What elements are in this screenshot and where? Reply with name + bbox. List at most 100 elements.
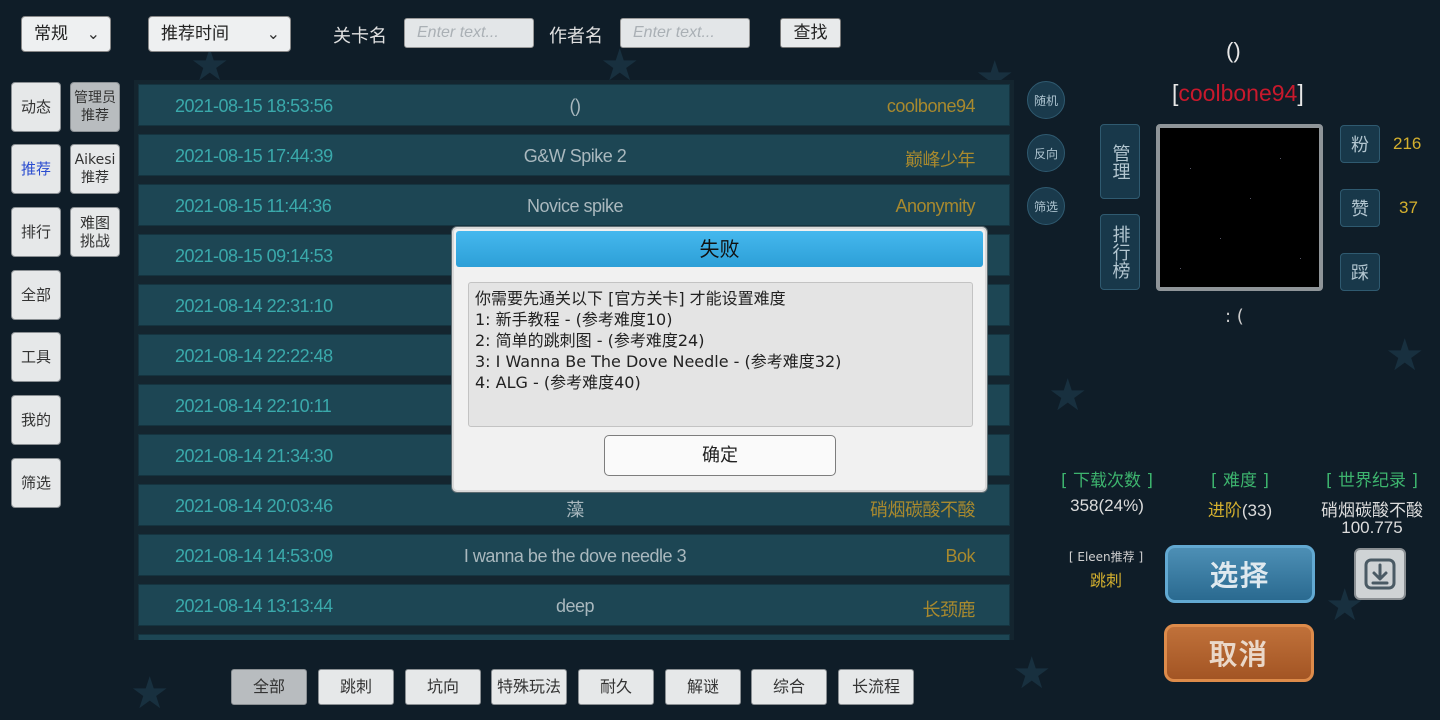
level-title: 藻: [566, 500, 584, 520]
author-name-label: 作者名: [549, 26, 603, 47]
nav-dynamic[interactable]: 动态: [11, 82, 61, 132]
random-button[interactable]: 随机: [1027, 81, 1065, 119]
background-star-icon: ★: [130, 668, 170, 719]
fans-button[interactable]: 粉: [1340, 125, 1380, 163]
reverse-button[interactable]: 反向: [1027, 134, 1065, 172]
mode-dropdown[interactable]: 常规 ⌄: [21, 16, 111, 52]
nav-tools-label: 工具: [20, 348, 51, 366]
nav-all-label: 全部: [20, 286, 51, 304]
download-icon: [1364, 558, 1396, 590]
background-star-icon: ★: [1012, 648, 1052, 699]
mode-dropdown-value: 常规: [34, 24, 68, 44]
difficulty-number: (33): [1241, 501, 1273, 520]
dialog-ok-button[interactable]: 确定: [604, 435, 836, 476]
like-button[interactable]: 赞: [1340, 189, 1380, 227]
dislike-button[interactable]: 踩: [1340, 253, 1380, 291]
download-button[interactable]: [1354, 548, 1406, 600]
dialog-line: 3: I Wanna Be The Dove Needle - (参考难度32): [475, 352, 842, 371]
tab-long[interactable]: 长流程: [838, 669, 914, 705]
tab-endurance[interactable]: 耐久: [578, 669, 654, 705]
nav-filter-label: 筛选: [20, 474, 51, 492]
level-date: 2021-08-14 14:53:09: [175, 546, 333, 566]
tab-all[interactable]: 全部: [231, 669, 307, 705]
author-name-input[interactable]: [620, 18, 750, 48]
level-author: Anonymity: [895, 196, 975, 216]
level-title: Novice spike: [526, 196, 624, 216]
nav-dynamic-label: 动态: [20, 98, 51, 116]
downloads-value: 358(24%): [1070, 496, 1144, 515]
search-button[interactable]: 查找: [780, 18, 841, 48]
level-row[interactable]: 2021-08-15 18:53:56 () coolbone94: [138, 84, 1010, 126]
level-date: 2021-08-14 13:13:44: [175, 596, 333, 616]
level-detail-author[interactable]: [coolbone94]: [1172, 80, 1304, 107]
level-name-input[interactable]: [404, 18, 534, 48]
nav-aikesi-recommend-label: Aikesi 推荐: [74, 152, 116, 186]
dialog-message: 你需要先通关以下 [官方关卡] 才能设置难度 1: 新手教程 - (参考难度10…: [468, 282, 973, 427]
failure-dialog: 失败 你需要先通关以下 [官方关卡] 才能设置难度 1: 新手教程 - (参考难…: [452, 227, 987, 492]
nav-mine-label: 我的: [20, 411, 51, 429]
leaderboard-button[interactable]: 排行榜: [1100, 214, 1140, 290]
like-count: 37: [1399, 198, 1418, 217]
level-date: 2021-08-15 18:53:56: [175, 96, 333, 116]
level-row[interactable]: 2021-08-14 13:13:44 deep 长颈鹿: [138, 584, 1010, 626]
sort-dropdown[interactable]: 推荐时间 ⌄: [148, 16, 291, 52]
sort-dropdown-value: 推荐时间: [161, 24, 229, 44]
nav-all[interactable]: 全部: [11, 270, 61, 320]
level-category: 跳刺: [1089, 571, 1122, 590]
difficulty-level: 进阶: [1207, 501, 1242, 520]
level-name-label: 关卡名: [333, 26, 387, 47]
nav-hard-challenge[interactable]: 难图 挑战: [70, 207, 120, 257]
level-date: 2021-08-14 21:34:30: [175, 446, 333, 466]
downloads-header: [ 下载次数 ]: [1060, 471, 1154, 491]
level-date: 2021-08-15 17:44:39: [175, 146, 333, 166]
level-row[interactable]: 2021-08-15 17:44:39 G&W Spike 2 巅峰少年: [138, 134, 1010, 176]
nav-admin-recommend-label: 管理员 推荐: [74, 90, 116, 124]
level-author: Bok: [945, 546, 975, 566]
level-author: coolbone94: [886, 96, 976, 116]
level-date: 2021-08-14 22:22:48: [175, 346, 333, 366]
filter-side-button[interactable]: 筛选: [1027, 187, 1065, 225]
level-title: deep: [555, 596, 595, 616]
nav-tools[interactable]: 工具: [11, 332, 61, 382]
select-button[interactable]: 选择: [1165, 545, 1315, 603]
level-row[interactable]: 2021-08-15 11:44:36 Novice spike Anonymi…: [138, 184, 1010, 226]
nav-admin-recommend[interactable]: 管理员 推荐: [70, 82, 120, 132]
level-preview: [1156, 124, 1323, 291]
chevron-down-icon: ⌄: [266, 24, 280, 43]
manage-button[interactable]: 管理: [1100, 124, 1140, 199]
level-date: 2021-08-15 09:14:53: [175, 246, 333, 266]
nav-ranking[interactable]: 排行: [11, 207, 61, 257]
dialog-line: 4: ALG - (参考难度40): [475, 373, 641, 392]
author-bracket-close: ]: [1297, 80, 1304, 106]
nav-filter[interactable]: 筛选: [11, 458, 61, 508]
level-author: 长颈鹿: [922, 600, 976, 620]
level-title: G&W Spike 2: [523, 146, 627, 166]
dialog-title: 失败: [456, 231, 983, 267]
world-record-header: [ 世界纪录 ]: [1325, 471, 1419, 491]
level-row[interactable]: 2021-08-14 14:53:09 I wanna be the dove …: [138, 534, 1010, 576]
tab-spike[interactable]: 跳刺: [318, 669, 394, 705]
nav-mine[interactable]: 我的: [11, 395, 61, 445]
background-star-icon: ★: [1385, 330, 1425, 381]
cancel-button[interactable]: 取消: [1164, 624, 1314, 682]
tab-mixed[interactable]: 综合: [751, 669, 827, 705]
level-date: 2021-08-14 22:31:10: [175, 296, 333, 316]
difficulty-header: [ 难度 ]: [1210, 471, 1270, 491]
tab-special[interactable]: 特殊玩法: [491, 669, 567, 705]
tab-trap[interactable]: 坑向: [405, 669, 481, 705]
recommender-label: [ Eleen推荐 ]: [1068, 550, 1144, 564]
level-author: 硝烟碳酸不酸: [870, 500, 976, 520]
tab-puzzle[interactable]: 解谜: [665, 669, 741, 705]
dialog-line: 1: 新手教程 - (参考难度10): [475, 310, 673, 329]
level-row[interactable]: [138, 634, 1010, 640]
nav-recommend[interactable]: 推荐: [11, 144, 61, 194]
difficulty-value: 进阶(33): [1190, 496, 1290, 521]
level-date: 2021-08-14 22:10:11: [175, 396, 332, 416]
level-title: I wanna be the dove needle 3: [463, 546, 687, 566]
nav-aikesi-recommend[interactable]: Aikesi 推荐: [70, 144, 120, 194]
chevron-down-icon: ⌄: [86, 24, 100, 43]
background-star-icon: ★: [1048, 370, 1088, 421]
dialog-line: 2: 简单的跳刺图 - (参考难度24): [475, 331, 705, 350]
nav-recommend-label: 推荐: [20, 160, 51, 178]
level-author: 巅峰少年: [905, 150, 976, 170]
